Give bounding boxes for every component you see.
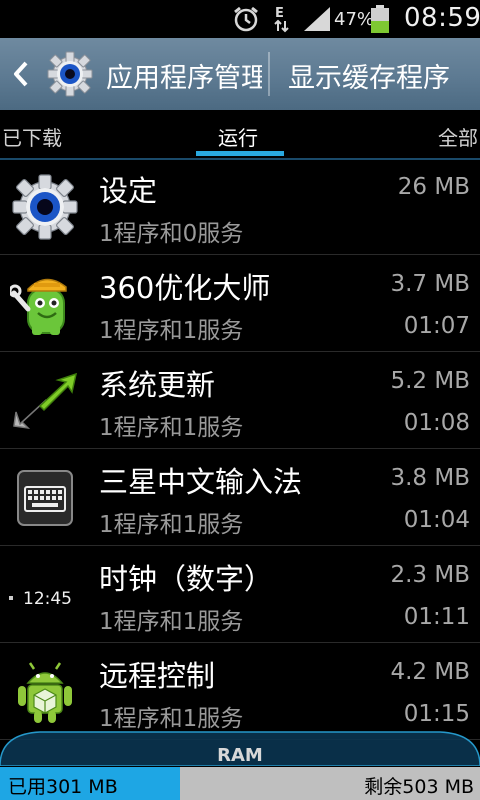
ram-used-text: 已用301 MB <box>8 776 118 798</box>
list-item[interactable]: 12:45 时钟（数字） 1程序和1服务 2.3 MB 01:11 <box>0 546 480 643</box>
app-run-time: 01:07 <box>403 313 470 339</box>
list-item[interactable]: 360优化大师 1程序和1服务 3.7 MB 01:07 <box>0 255 480 352</box>
360-optimizer-robot-icon <box>10 278 67 335</box>
signal-bars-icon <box>304 7 330 31</box>
back-arrow-icon[interactable] <box>10 60 32 88</box>
status-clock: 08:59 <box>404 3 480 33</box>
app-memory-size: 3.8 MB <box>390 465 470 491</box>
app-run-time: 01:11 <box>403 604 470 630</box>
app-name: 时钟（数字） <box>99 562 274 596</box>
app-process-info: 1程序和1服务 <box>99 512 244 538</box>
keyboard-icon <box>17 470 73 526</box>
action-bar: 应用程序管理器 显示缓存程序 <box>0 38 480 110</box>
tab-downloaded[interactable]: 已下载 <box>2 122 62 151</box>
tab-running[interactable]: 运行 <box>218 122 258 151</box>
app-process-info: 1程序和1服务 <box>99 415 244 441</box>
app-process-info: 1程序和0服务 <box>99 221 244 247</box>
system-update-arrows-icon <box>13 372 78 430</box>
settings-gear-icon <box>12 174 78 240</box>
app-run-time: 01:15 <box>403 701 470 727</box>
battery-percent: 47% <box>334 9 375 30</box>
list-item[interactable]: 三星中文输入法 1程序和1服务 3.8 MB 01:04 <box>0 449 480 546</box>
app-memory-size: 4.2 MB <box>390 659 470 685</box>
app-memory-size: 5.2 MB <box>390 368 470 394</box>
android-robot-icon <box>18 662 72 723</box>
action-bar-divider <box>268 52 270 96</box>
alarm-clock-icon <box>234 6 258 32</box>
ram-usage-bar: 已用301 MB 剩余503 MB <box>0 767 480 800</box>
settings-gear-icon <box>47 51 93 97</box>
svg-text:E: E <box>275 6 284 21</box>
app-name: 远程控制 <box>99 659 216 693</box>
app-process-info: 1程序和1服务 <box>99 318 244 344</box>
list-item[interactable]: 设定 1程序和0服务 26 MB <box>0 158 480 255</box>
ram-label: RAM <box>217 745 263 766</box>
page-title: 应用程序管理器 <box>106 63 262 94</box>
tab-all[interactable]: 全部 <box>438 122 478 151</box>
clock-icon-text: 12:45 <box>23 589 72 609</box>
show-cached-button[interactable]: 显示缓存程序 <box>288 56 450 95</box>
app-memory-size: 26 MB <box>397 174 470 200</box>
list-item[interactable]: 系统更新 1程序和1服务 5.2 MB 01:08 <box>0 352 480 449</box>
app-name: 三星中文输入法 <box>99 465 303 499</box>
app-run-time: 01:08 <box>403 410 470 436</box>
ram-free-text: 剩余503 MB <box>364 776 474 798</box>
app-run-time: 01:04 <box>403 507 470 533</box>
battery-icon <box>371 5 389 33</box>
app-name: 360优化大师 <box>99 271 271 305</box>
digital-clock-icon: 12:45 <box>9 589 72 609</box>
app-name: 系统更新 <box>99 368 216 402</box>
app-process-info: 1程序和1服务 <box>99 609 244 635</box>
edge-data-icon: E <box>274 6 289 33</box>
tab-indicator <box>196 151 284 156</box>
app-memory-size: 3.7 MB <box>390 271 470 297</box>
app-name: 设定 <box>99 174 158 208</box>
app-memory-size: 2.3 MB <box>390 562 470 588</box>
status-bar: E 47% 08:59 <box>0 0 480 38</box>
